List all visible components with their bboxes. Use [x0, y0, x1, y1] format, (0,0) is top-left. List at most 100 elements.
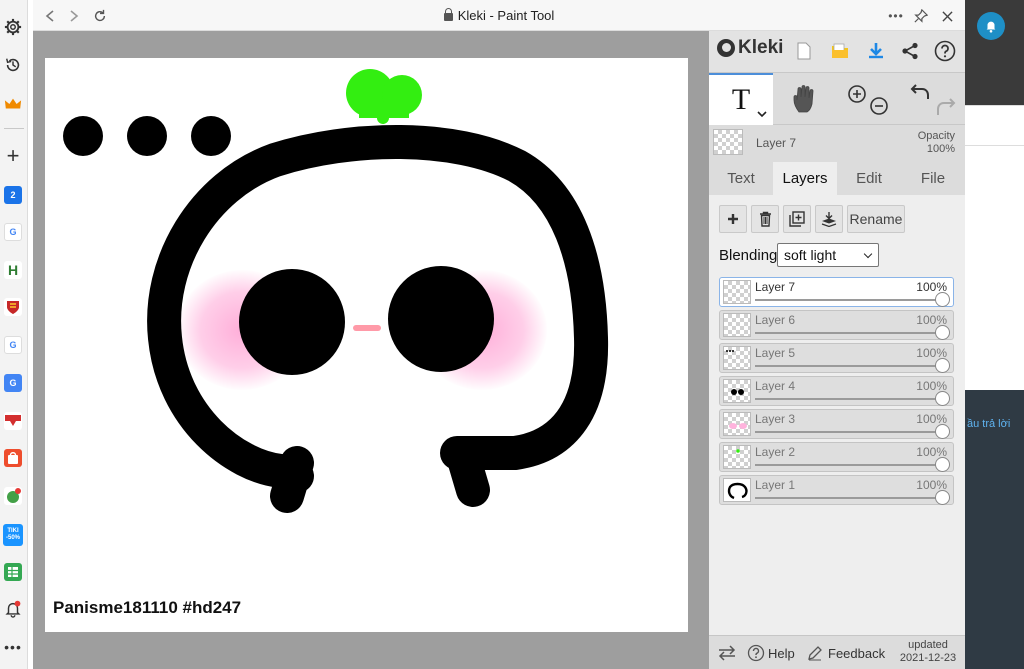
- chevron-down-icon: [757, 111, 767, 118]
- current-layer-info: Layer 7 Opacity 100%: [709, 125, 965, 159]
- layer-thumbnail: [723, 280, 751, 304]
- zoom-icon[interactable]: [845, 82, 893, 116]
- help-button[interactable]: Help: [747, 636, 795, 669]
- duplicate-layer-button[interactable]: [783, 205, 811, 233]
- merge-down-icon: [821, 212, 837, 227]
- layer-opacity-slider[interactable]: [755, 398, 943, 400]
- trash-icon: [759, 211, 771, 227]
- settings-gear-icon[interactable]: [2, 16, 24, 38]
- help-question-icon[interactable]: [930, 36, 960, 66]
- text-tool-button[interactable]: T: [709, 73, 773, 125]
- layer-name: Layer 4: [755, 379, 796, 393]
- menu-dots-icon[interactable]: •••: [885, 5, 907, 27]
- tool-row: T: [709, 73, 965, 125]
- history-icon[interactable]: [2, 54, 24, 76]
- background-answer-link[interactable]: ầu trả lời: [967, 418, 1010, 430]
- favicon-tab-1[interactable]: 2: [4, 186, 22, 204]
- layer-opacity-slider[interactable]: [755, 332, 943, 334]
- nose-line: [353, 325, 381, 331]
- app-window: Kleki - Paint Tool ••• Panisme181110 #hd…: [33, 0, 965, 669]
- rename-layer-button[interactable]: Rename: [847, 205, 905, 233]
- open-folder-icon[interactable]: [825, 36, 855, 66]
- drawing-canvas[interactable]: Panisme181110 #hd247: [45, 58, 688, 632]
- undo-redo-icon[interactable]: [910, 81, 956, 117]
- layer-row[interactable]: Layer 7 100%: [719, 277, 954, 307]
- favicon-green[interactable]: [4, 487, 22, 505]
- favicon-google-2[interactable]: G: [4, 336, 22, 354]
- undo-redo-controls: [901, 73, 965, 125]
- hand-tool-button[interactable]: [773, 73, 837, 125]
- plus-icon: [728, 214, 738, 224]
- feedback-label: Feedback: [828, 645, 886, 661]
- share-icon[interactable]: [895, 36, 925, 66]
- help-circle-icon: [747, 644, 765, 662]
- layer-opacity-knob[interactable]: [935, 424, 950, 439]
- add-plus-icon[interactable]: +: [2, 143, 24, 168]
- hand-icon: [793, 85, 814, 113]
- layer-opacity-knob[interactable]: [935, 391, 950, 406]
- layer-thumbnail: [723, 313, 751, 337]
- layer-opacity-knob[interactable]: [935, 490, 950, 505]
- layer-opacity-knob[interactable]: [935, 325, 950, 340]
- layer-thumbnail: [723, 478, 751, 502]
- window-title: Kleki - Paint Tool: [33, 8, 965, 23]
- tab-layers[interactable]: Layers: [773, 162, 837, 195]
- panel-footer: Help Feedback updated 2021-12-23: [709, 635, 965, 669]
- layer-opacity-slider[interactable]: [755, 497, 943, 499]
- favicon-sheets[interactable]: [4, 563, 22, 581]
- blending-select[interactable]: soft light: [777, 243, 879, 267]
- close-window-icon[interactable]: [936, 5, 958, 27]
- layer-thumbnail: [723, 346, 751, 370]
- kleki-logo[interactable]: Kleki: [717, 37, 783, 59]
- duplicate-icon: [789, 211, 805, 227]
- window-title-text: Kleki - Paint Tool: [457, 8, 555, 23]
- tab-edit[interactable]: Edit: [837, 162, 901, 195]
- layer-opacity-slider[interactable]: [755, 464, 943, 466]
- notification-bell-icon[interactable]: [2, 598, 24, 620]
- favicon-shopee[interactable]: [4, 449, 22, 467]
- favicon-tiki[interactable]: TIKI -50%: [3, 524, 23, 546]
- layer-row[interactable]: Layer 1 100%: [719, 475, 954, 505]
- opacity-value: 100%: [926, 143, 955, 155]
- favicon-shield[interactable]: [4, 298, 22, 316]
- favicon-red[interactable]: [4, 412, 22, 430]
- panel-header: Kleki: [709, 31, 965, 73]
- tab-text[interactable]: Text: [709, 162, 773, 195]
- delete-layer-button[interactable]: [751, 205, 779, 233]
- layer-opacity-knob[interactable]: [935, 457, 950, 472]
- current-layer-thumbnail: [713, 129, 743, 155]
- crown-icon[interactable]: [2, 93, 24, 115]
- layer-opacity-slider[interactable]: [755, 365, 943, 367]
- layer-opacity-knob[interactable]: [935, 292, 950, 307]
- blending-label: Blending: [719, 247, 778, 264]
- merge-layer-button[interactable]: [815, 205, 843, 233]
- pencil-icon: [808, 646, 822, 661]
- feedback-button[interactable]: Feedback: [807, 636, 885, 669]
- layer-row[interactable]: Layer 3 100%: [719, 409, 954, 439]
- favicon-translate[interactable]: G: [4, 374, 22, 392]
- background-bell-button[interactable]: [977, 12, 1005, 40]
- layer-row[interactable]: Layer 4 100%: [719, 376, 954, 406]
- tab-file[interactable]: File: [901, 162, 965, 195]
- layer-row[interactable]: Layer 6 100%: [719, 310, 954, 340]
- favicon-google-1[interactable]: G: [4, 223, 22, 241]
- layer-name: Layer 6: [755, 313, 796, 327]
- pin-icon[interactable]: [910, 5, 932, 27]
- new-image-icon[interactable]: [789, 36, 819, 66]
- layer-opacity-slider[interactable]: [755, 299, 943, 301]
- right-eye: [388, 266, 494, 372]
- swap-sides-icon[interactable]: [717, 636, 737, 669]
- more-dots-icon[interactable]: •••: [2, 636, 24, 658]
- layer-opacity-slider[interactable]: [755, 431, 943, 433]
- layers-panel: Rename Blending soft light Layer 7 100% …: [709, 195, 965, 635]
- layer-row[interactable]: Layer 2 100%: [719, 442, 954, 472]
- add-layer-button[interactable]: [719, 205, 747, 233]
- background-page: ầu trả lời: [965, 0, 1024, 669]
- layer-row[interactable]: Layer 5 100%: [719, 343, 954, 373]
- download-icon[interactable]: [861, 36, 891, 66]
- layer-opacity-knob[interactable]: [935, 358, 950, 373]
- layer-name: Layer 5: [755, 346, 796, 360]
- lock-icon: [443, 8, 453, 21]
- favicon-h[interactable]: H: [4, 261, 22, 279]
- layer-thumbnail: [723, 412, 751, 436]
